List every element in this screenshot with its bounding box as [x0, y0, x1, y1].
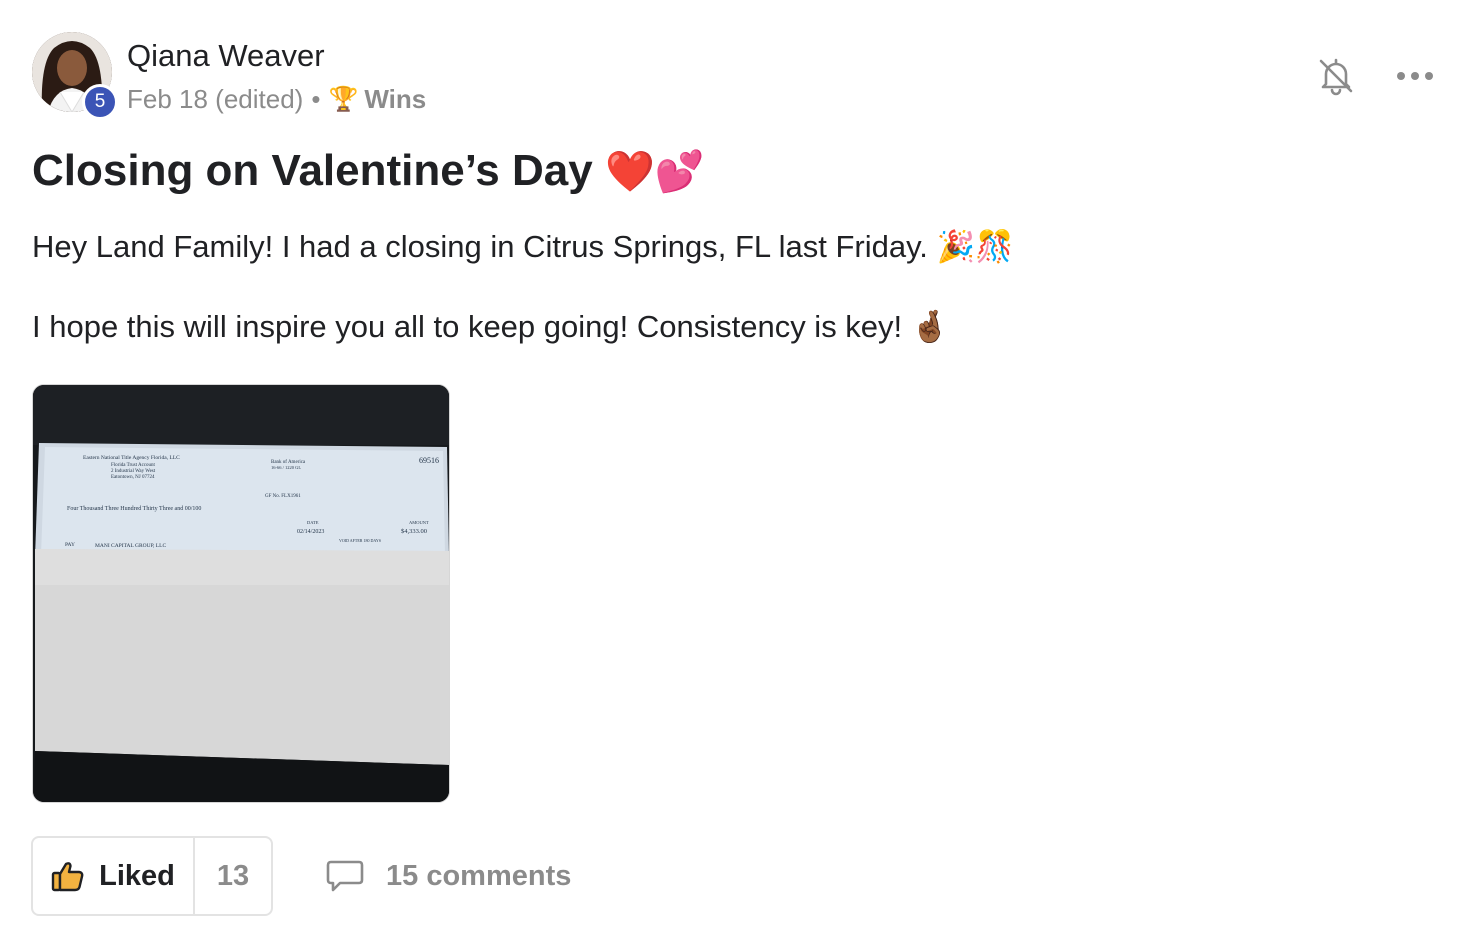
check-amount: $4,333.00: [401, 528, 427, 535]
like-count[interactable]: 13: [195, 838, 271, 914]
level-badge: 5: [82, 84, 118, 120]
check-amount-words: Four Thousand Three Hundred Thirty Three…: [67, 506, 201, 512]
thumbs-up-icon: [51, 862, 84, 892]
meta-separator: •: [311, 84, 321, 114]
author-avatar-wrapper[interactable]: 5: [32, 32, 118, 120]
category-link[interactable]: Wins: [364, 84, 426, 115]
check-payer-line4: Eatontown, NJ 07724: [111, 475, 155, 480]
like-control: Liked 13: [31, 836, 273, 916]
like-label: Liked: [99, 859, 175, 892]
check-amount-label: AMOUNT: [409, 520, 429, 525]
post-image[interactable]: Eastern National Title Agency Florida, L…: [32, 384, 450, 803]
post-title-text: Closing on Valentine’s Day: [32, 146, 593, 195]
post-paragraph-1: Hey Land Family! I had a closing in Citr…: [32, 229, 1014, 264]
check-void-text: VOID AFTER 180 DAYS: [339, 538, 381, 543]
check-payer-line1: Eastern National Title Agency Florida, L…: [83, 455, 180, 461]
heart-emoji: ❤️💕: [604, 150, 705, 194]
comment-icon: [326, 860, 364, 892]
check-payer-line3: 2 Industrial Way West: [111, 469, 156, 474]
post-card: 5 Qiana Weaver Feb 18 (edited) • 🏆 Wins …: [0, 0, 1480, 934]
author-name[interactable]: Qiana Weaver: [127, 38, 325, 74]
post-date[interactable]: Feb 18 (edited): [127, 84, 303, 115]
post-meta: Feb 18 (edited) • 🏆 Wins: [127, 84, 426, 115]
like-button[interactable]: Liked: [33, 838, 195, 914]
comments-link[interactable]: 15 comments: [326, 852, 571, 900]
post-paragraph-2: I hope this will inspire you all to keep…: [32, 309, 950, 344]
check-date: 02/14/2023: [297, 529, 324, 535]
check-pay-label: PAY: [65, 542, 75, 548]
comments-label: 15 comments: [386, 859, 572, 892]
check-gf-number: GF No. FLX1961: [265, 494, 301, 499]
trophy-icon: 🏆: [328, 86, 359, 113]
check-bank-line2: 16-66 / 1220 GL: [271, 465, 301, 470]
post-title: Closing on Valentine’s Day ❤️💕: [32, 146, 705, 196]
check-payer-line2: Florida Trust Account: [111, 463, 156, 468]
check-number: 69516: [419, 456, 439, 465]
bell-off-icon[interactable]: [1316, 56, 1356, 96]
check-date-label: DATE: [307, 520, 319, 525]
more-horizontal-icon[interactable]: [1393, 64, 1437, 88]
check-payee: MANI CAPITAL GROUP, LLC: [95, 543, 166, 549]
